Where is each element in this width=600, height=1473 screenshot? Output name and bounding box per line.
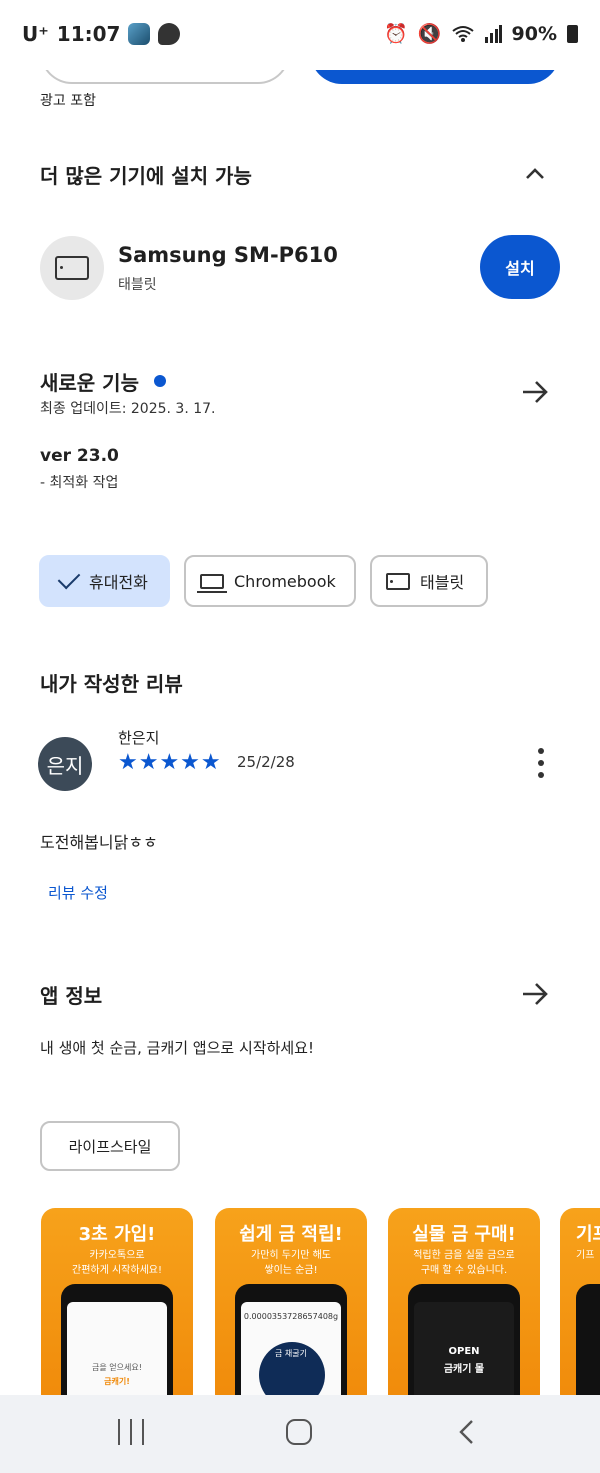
more-vert-icon[interactable] (532, 748, 550, 778)
chip-phone[interactable]: 휴대전화 (39, 555, 170, 607)
install-button[interactable]: 설치 (480, 235, 560, 299)
status-right: ⏰ 🔇 90% (384, 22, 578, 45)
mute-icon: 🔇 (417, 23, 442, 45)
screen-text: 금캐기 몰 (443, 1364, 485, 1375)
signal-icon (484, 24, 502, 43)
screenshot-title: 실물 금 구매! (412, 1224, 516, 1245)
version-note: - 최적화 작업 (40, 475, 119, 491)
chip-tablet-label: 태블릿 (420, 573, 465, 592)
screenshot-2[interactable]: 쉽게 금 적립! 가만히 두기만 해도 쌓이는 순금! 0.0000353728… (215, 1208, 367, 1408)
battery-percent: 90% (511, 22, 557, 45)
new-indicator-dot (154, 375, 166, 387)
device-name: Samsung SM-P610 (118, 243, 338, 267)
wifi-icon (451, 25, 474, 42)
phone-screen: 0.0000353728657408g 금 채굴기 (241, 1302, 341, 1408)
recents-icon[interactable] (118, 1419, 144, 1445)
arrow-right-icon[interactable] (520, 979, 550, 1009)
phone-screen: 금을 얻으세요! 금캐기! (67, 1302, 167, 1408)
chip-chromebook[interactable]: Chromebook (184, 555, 356, 607)
app-description: 내 생애 첫 순금, 금캐기 앱으로 시작하세요! (40, 1039, 314, 1057)
system-nav-bar (0, 1395, 600, 1473)
screenshot-title: 쉽게 금 적립! (239, 1224, 343, 1245)
edit-review-link[interactable]: 리뷰 수정 (48, 882, 108, 903)
screen-text: 금 채굴기 (275, 1349, 307, 1358)
chevron-up-icon[interactable] (524, 163, 546, 185)
screenshot-subtitle: 기프 (576, 1250, 595, 1261)
chip-tablet[interactable]: 태블릿 (370, 555, 488, 607)
screenshot-3[interactable]: 실물 금 구매! 적립한 금을 실물 금으로 구매 할 수 있습니다. OPEN… (388, 1208, 540, 1408)
screenshot-title: 기프 (576, 1224, 600, 1245)
notification-app-icon (128, 23, 151, 45)
review-date: 25/2/28 (237, 753, 295, 771)
screenshot-4[interactable]: 기프 기프 (560, 1208, 600, 1408)
review-text: 도전해봅니닭ㅎㅎ (40, 833, 158, 852)
contains-ads-label: 광고 포함 (40, 93, 96, 109)
avatar: 은지 (38, 737, 92, 791)
phone-frame (576, 1284, 600, 1408)
device-type: 태블릿 (118, 277, 157, 293)
more-devices-title: 더 많은 기기에 설치 가능 (40, 164, 252, 188)
laptop-icon (197, 573, 227, 593)
status-left: U⁺ 11:07 (22, 22, 181, 46)
reviewer-name: 한은지 (118, 729, 160, 747)
phone-screen: OPEN 금캐기 몰 (414, 1302, 514, 1408)
chat-notification-icon (158, 23, 181, 45)
version-label: ver 23.0 (40, 446, 119, 466)
carrier-label: U⁺ (22, 22, 49, 46)
category-chip[interactable]: 라이프스타일 (40, 1121, 180, 1171)
screen-text: 금을 얻으세요! (92, 1363, 142, 1372)
my-review-title: 내가 작성한 리뷰 (40, 672, 183, 696)
screen-text: 금캐기! (104, 1377, 130, 1386)
device-avatar (40, 236, 104, 300)
star-rating: ★★★★★ (118, 750, 222, 775)
screenshot-subtitle: 적립한 금을 실물 금으로 구매 할 수 있습니다. (413, 1250, 515, 1276)
whats-new-title: 새로운 기능 (40, 371, 139, 395)
home-icon[interactable] (286, 1419, 312, 1445)
check-icon (57, 566, 81, 590)
tablet-icon (55, 256, 89, 280)
screen-text: 0.0000353728657408g (243, 1312, 339, 1321)
app-info-title: 앱 정보 (40, 984, 103, 1008)
screenshot-subtitle: 카카오톡으로 간편하게 시작하세요! (72, 1250, 162, 1276)
battery-icon (567, 24, 578, 43)
screenshot-title: 3초 가입! (78, 1224, 156, 1245)
clock: 11:07 (56, 22, 121, 46)
status-bar: U⁺ 11:07 ⏰ 🔇 90% (0, 0, 600, 70)
chip-phone-label: 휴대전화 (89, 573, 148, 592)
screenshot-1[interactable]: 3초 가입! 카카오톡으로 간편하게 시작하세요! 금을 얻으세요! 금캐기! (41, 1208, 193, 1408)
alarm-icon: ⏰ (384, 23, 408, 45)
screenshot-subtitle: 가만히 두기만 해도 쌓이는 순금! (251, 1250, 331, 1276)
back-icon[interactable] (454, 1419, 480, 1445)
screen-text: OPEN (448, 1346, 480, 1357)
chip-chromebook-label: Chromebook (234, 571, 336, 591)
last-updated: 최종 업데이트: 2025. 3. 17. (40, 401, 216, 417)
tablet-icon (386, 572, 410, 590)
arrow-right-icon[interactable] (520, 377, 550, 407)
